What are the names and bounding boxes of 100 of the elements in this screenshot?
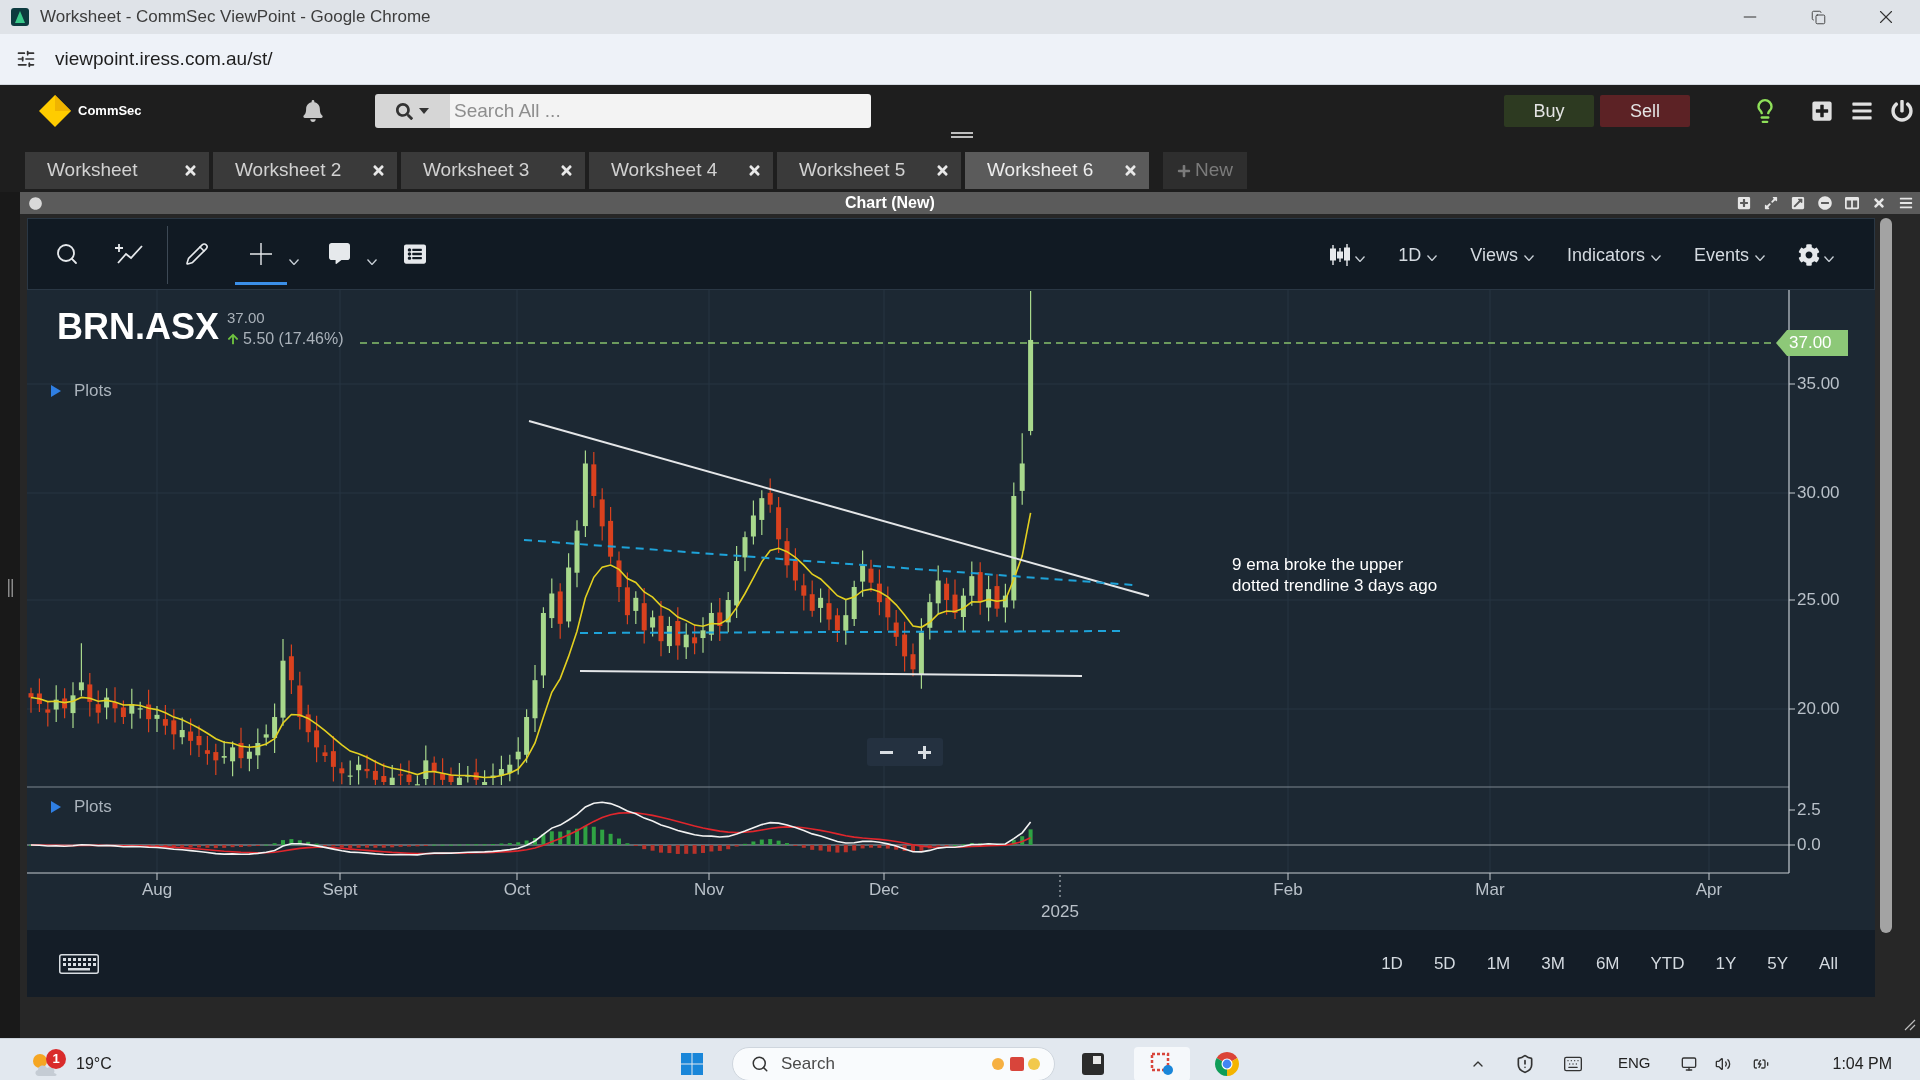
close-icon[interactable] (559, 163, 574, 178)
last-price-flag: 37.00 (1776, 330, 1848, 356)
price-axis-label: 35.00 (1797, 374, 1840, 394)
worksheet-tab[interactable]: Worksheet 2 (213, 152, 397, 189)
price-axis-label: 30.00 (1797, 483, 1840, 503)
close-icon[interactable] (371, 163, 386, 178)
caret-down-icon (419, 108, 429, 114)
range-button[interactable]: 5Y (1759, 946, 1797, 981)
plus-icon (1177, 163, 1191, 178)
indicator-axis-label: 0.0 (1797, 835, 1821, 855)
line-plus-icon (115, 243, 143, 264)
settings-button[interactable] (1798, 244, 1834, 266)
window-title: Worksheet - CommSec ViewPoint - Google Chrome (40, 6, 431, 29)
search-icon (751, 1054, 769, 1073)
taskbar-app-button[interactable] (1134, 1046, 1190, 1080)
drag-handle-icon[interactable] (951, 132, 973, 138)
logo-text: CommSec (78, 102, 142, 121)
close-icon[interactable] (183, 163, 198, 178)
annotation-text: 9 ema broke the upper dotted trendline 3 days ago (1232, 554, 1438, 596)
search-icon (55, 241, 79, 266)
restore-icon[interactable] (1810, 9, 1826, 25)
time-axis-label: Dec (868, 880, 900, 900)
chevron-down-icon (1824, 256, 1834, 262)
time-axis-label: Feb (1273, 880, 1303, 900)
notification-badge: 1 (46, 1048, 66, 1069)
price-change: 5.50 (17.46%) (243, 329, 344, 348)
range-button[interactable]: 1Y (1707, 946, 1745, 981)
power-icon[interactable] (1891, 100, 1913, 122)
pencil-icon (185, 241, 209, 266)
search-icon (396, 102, 413, 120)
plots-toggle[interactable]: Plots (51, 797, 112, 817)
worksheet-tab[interactable]: Worksheet 6 (965, 152, 1149, 189)
list-icon (404, 242, 426, 265)
time-axis-label: Mar (1475, 880, 1505, 900)
close-icon[interactable] (1123, 163, 1138, 178)
range-button[interactable]: 1D (1373, 946, 1411, 981)
last-price: 37.00 (227, 309, 266, 327)
symbol-title: BRN.ASX (57, 307, 220, 347)
caret-right-icon (51, 385, 61, 397)
chart-type-button[interactable] (1329, 244, 1366, 266)
windows-start-icon[interactable] (681, 1052, 703, 1075)
crosshair-icon (250, 242, 272, 265)
language-indicator[interactable]: ENG (1618, 1052, 1651, 1075)
clock-text[interactable]: 1:04 PM (1832, 1051, 1893, 1076)
menu-icon[interactable] (1851, 100, 1873, 122)
resize-grip-icon[interactable] (1904, 1019, 1916, 1031)
panel-title: Chart (New) (845, 193, 935, 213)
menu-icon[interactable] (1899, 196, 1913, 210)
range-button[interactable]: 6M (1587, 946, 1628, 981)
minus-icon (879, 750, 893, 754)
menu-button[interactable]: Indicators (1566, 241, 1661, 269)
menu-button[interactable]: 1D (1398, 241, 1438, 269)
range-button[interactable]: All (1811, 946, 1846, 981)
chevron-down-icon (1755, 255, 1765, 261)
plots-toggle[interactable]: Plots (51, 381, 112, 401)
time-axis-label: Oct (503, 880, 531, 900)
volume-icon[interactable] (1714, 1055, 1731, 1072)
close-icon[interactable] (935, 163, 950, 178)
close-icon[interactable] (1872, 196, 1886, 210)
columns-icon[interactable] (1845, 196, 1859, 210)
bell-icon[interactable] (302, 100, 324, 122)
shield-icon[interactable] (1515, 1053, 1535, 1074)
search-scope-button[interactable] (375, 94, 450, 128)
time-axis-label: Sept (322, 880, 358, 900)
keyboard-icon[interactable] (59, 953, 99, 974)
scrollbar-thumb[interactable] (1880, 218, 1892, 933)
indicator-axis-label: 2.5 (1797, 800, 1821, 820)
search-field[interactable]: Search All ... (450, 94, 871, 128)
caret-right-icon (51, 801, 61, 813)
buy-button[interactable]: Buy (1504, 95, 1594, 127)
app-icon[interactable] (1082, 1052, 1104, 1075)
monitor-icon[interactable] (1680, 1055, 1697, 1072)
resize-handle-icon[interactable] (7, 579, 13, 597)
sliders-icon[interactable] (16, 49, 36, 69)
comment-icon (328, 243, 350, 264)
range-button[interactable]: 3M (1533, 946, 1573, 981)
favicon-icon (11, 8, 29, 26)
worksheet-tab[interactable]: Worksheet 3 (401, 152, 585, 189)
range-button[interactable]: 1M (1478, 946, 1519, 981)
expand-icon[interactable] (1764, 196, 1778, 210)
address-field[interactable]: viewpoint.iress.com.au/st/ (6, 39, 1914, 79)
browser-icon[interactable] (1215, 1051, 1239, 1076)
sell-button[interactable]: Sell (1600, 95, 1690, 127)
close-icon[interactable] (747, 163, 762, 178)
range-button[interactable]: 5D (1425, 946, 1464, 981)
menu-button[interactable]: Views (1470, 241, 1534, 269)
chevron-down-icon (1427, 255, 1438, 261)
menu-button[interactable]: Events (1693, 241, 1765, 269)
chevron-down-icon (1650, 255, 1661, 261)
price-axis-label: 25.00 (1797, 590, 1840, 610)
worksheet-tab[interactable]: Worksheet (25, 152, 209, 189)
worksheet-tab[interactable]: Worksheet 5 (777, 152, 961, 189)
range-button[interactable]: YTD (1642, 946, 1693, 981)
time-axis-label: 2025 (1041, 902, 1079, 922)
worksheet-tab[interactable]: Worksheet 4 (589, 152, 773, 189)
plus-icon (917, 745, 931, 759)
taskbar-search-field[interactable]: Search (732, 1046, 1055, 1080)
dashed-square-icon (1150, 1051, 1174, 1076)
popout-icon[interactable] (1791, 196, 1805, 210)
chevron-down-icon (1355, 256, 1366, 262)
